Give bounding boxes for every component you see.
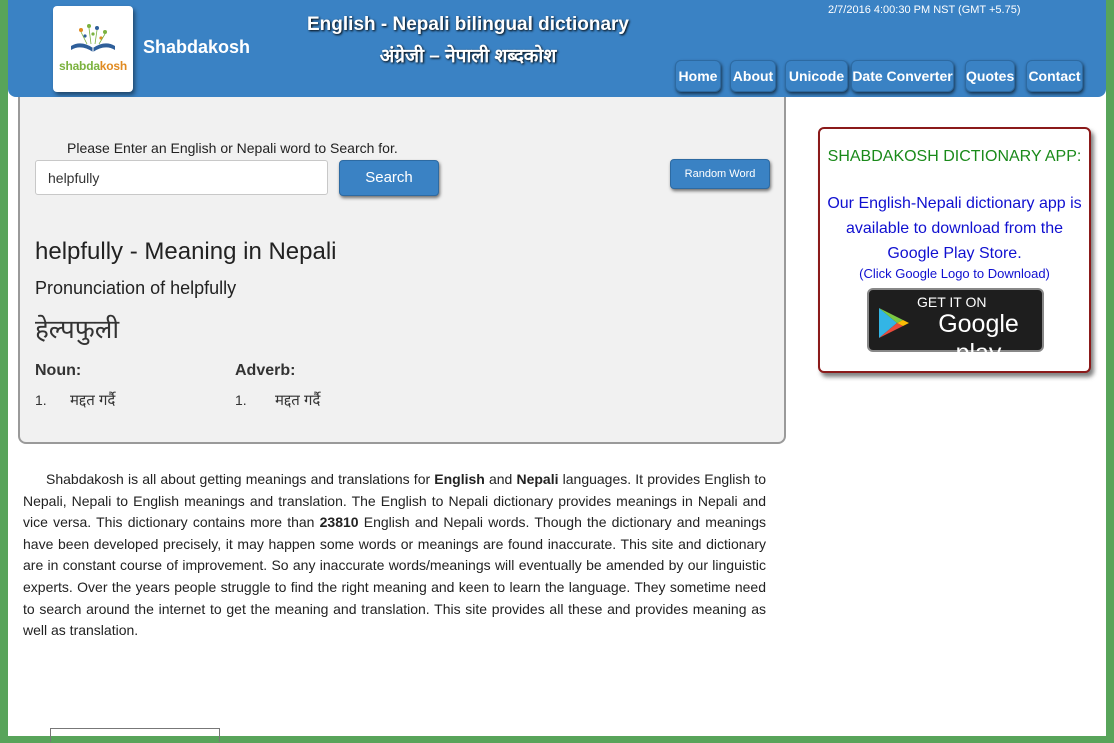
app-ad-note: (Click Google Logo to Download) <box>859 266 1050 281</box>
book-icon <box>71 24 115 52</box>
noun-definition-number: 1. <box>35 392 47 408</box>
result-title: helpfully - Meaning in Nepali <box>35 238 337 265</box>
site-description: Shabdakosh is all about getting meanings… <box>23 469 766 642</box>
site-header: shabdakosh Shabdakosh English - Nepali b… <box>8 0 1106 97</box>
nav-quotes[interactable]: Quotes <box>965 60 1015 92</box>
pos-noun-label: Noun: <box>35 362 82 379</box>
description-bold-nepali: Nepali <box>516 471 559 487</box>
page-title-english: English - Nepali bilingual dictionary <box>307 14 629 35</box>
nav-contact[interactable]: Contact <box>1026 60 1083 92</box>
footer-box <box>50 728 220 742</box>
nav-unicode[interactable]: Unicode <box>785 60 848 92</box>
google-play-badge[interactable]: GET IT ON Google play <box>867 288 1044 367</box>
nav-home[interactable]: Home <box>675 60 721 92</box>
adverb-definition: मद्दत गर्दै <box>275 392 321 409</box>
logo-text: shabdakosh <box>53 59 133 73</box>
pronunciation-nepali: हेल्पफुली <box>35 314 120 344</box>
logo-text-part2: kosh <box>99 59 128 73</box>
datetime-display: 2/7/2016 4:00:30 PM NST (GMT +5.75) <box>828 4 1021 16</box>
app-ad-heading: SHABDAKOSH DICTIONARY APP: <box>827 148 1082 165</box>
search-button[interactable]: Search <box>339 160 439 196</box>
page-title-nepali: अंग्रेजी – नेपाली शब्दकोश <box>379 46 557 67</box>
nav-about[interactable]: About <box>730 60 776 92</box>
description-text-4: English and Nepali words. Though the dic… <box>23 514 766 639</box>
app-ad-body: Our English-Nepali dictionary app is ava… <box>827 195 1082 262</box>
search-input[interactable] <box>35 160 328 195</box>
brand-name[interactable]: Shabdakosh <box>143 37 250 58</box>
app-ad-box: SHABDAKOSH DICTIONARY APP: Our English-N… <box>818 127 1091 373</box>
frame-left <box>0 0 8 743</box>
random-word-button[interactable]: Random Word <box>670 159 770 189</box>
description-bold-english: English <box>434 471 485 487</box>
pos-adverb-label: Adverb: <box>235 362 296 379</box>
description-text-1: Shabdakosh is all about getting meanings… <box>46 471 435 487</box>
adverb-definition-number: 1. <box>235 392 247 408</box>
google-play-icon <box>879 308 909 338</box>
description-text-2: and <box>484 471 517 487</box>
pronunciation-label: Pronunciation of helpfully <box>35 278 237 298</box>
noun-definition: मद्दत गर्दै <box>70 392 116 409</box>
description-bold-word-count: 23810 <box>319 514 359 531</box>
nav-date-converter[interactable]: Date Converter <box>851 60 954 92</box>
play-badge-line2: Google play <box>938 310 1019 367</box>
frame-right <box>1106 0 1114 743</box>
play-badge-line1: GET IT ON <box>917 294 987 310</box>
site-logo[interactable]: shabdakosh <box>53 6 133 92</box>
logo-text-part1: shabda <box>58 59 100 73</box>
search-prompt: Please Enter an English or Nepali word t… <box>67 140 398 156</box>
